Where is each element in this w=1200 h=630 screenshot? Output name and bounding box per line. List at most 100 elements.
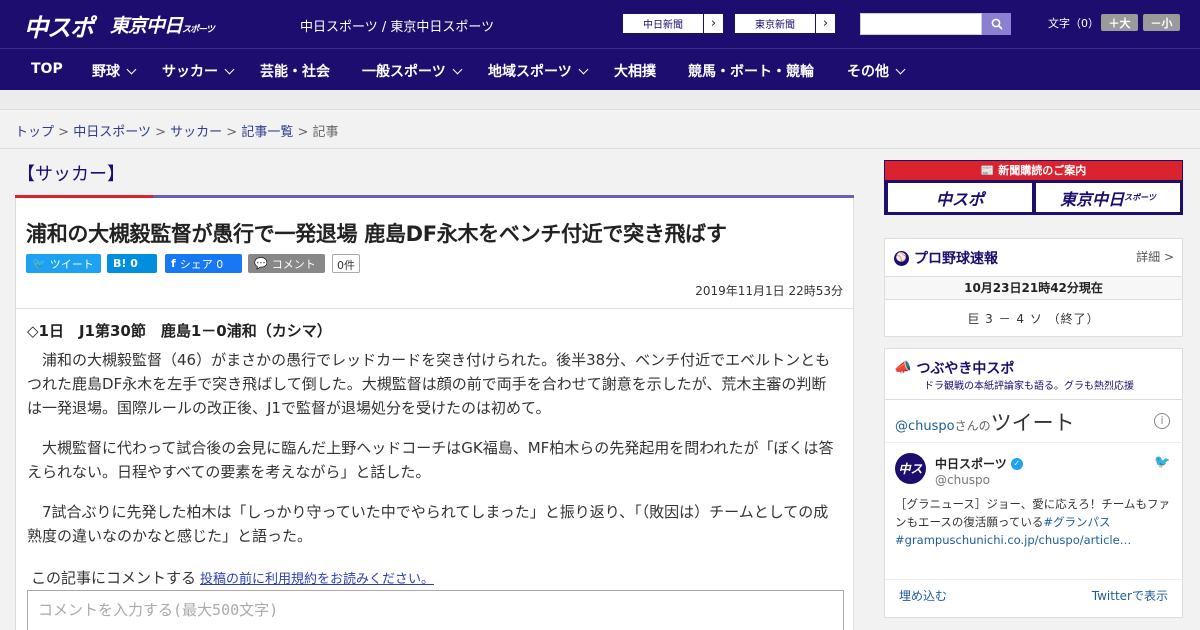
chevron-right-icon: ›	[815, 14, 835, 33]
search-button[interactable]	[982, 13, 1011, 35]
tweets-panel: 📣 つぶやき中スポ ドラ観戦の本紙評論家も語る。グラも熱烈応援 @chuspoさん…	[884, 348, 1183, 618]
tweet-author-handle[interactable]: @chuspo	[935, 473, 990, 487]
newspaper-icon: 📰	[980, 164, 999, 177]
breadcrumb-separator: >	[226, 125, 238, 140]
info-icon[interactable]: i	[1154, 413, 1170, 429]
font-size-label: 文字（0）	[1048, 17, 1099, 30]
nav-top[interactable]: TOP	[31, 61, 63, 77]
baseball-detail-link[interactable]: 詳細 >	[1136, 248, 1174, 265]
baseball-status: 10月23日21時42分現在	[885, 276, 1182, 300]
baseball-icon: ⚾	[894, 250, 909, 266]
nav-sumo[interactable]: 大相撲	[614, 61, 656, 81]
publish-date: 2019年11月1日 22時53分	[695, 284, 843, 298]
nav-label: 大相撲	[614, 64, 656, 80]
comment-lead-text: この記事にコメントする	[31, 569, 197, 587]
baseball-title-text: プロ野球速報	[914, 251, 998, 267]
tweet-text: ［グラニュース］ジョー、愛に応えろ！チームもファンもエースの復活願っている#グラ…	[895, 495, 1177, 549]
subscription-banner[interactable]: 📰 新聞購読のご案内 中スポ 東京中日 スポーツ	[884, 160, 1183, 215]
handle-suffix: さんの	[954, 419, 991, 433]
facebook-icon: f	[171, 257, 176, 270]
chuspo-logo[interactable]: 中スポ	[24, 8, 94, 43]
chunichi-shimbun-link[interactable]: 中日新聞 ›	[622, 13, 724, 34]
chevron-down-icon	[578, 64, 589, 75]
hatena-bookmark-button[interactable]: B! 0	[107, 254, 157, 273]
tweets-heading: ツイート	[990, 411, 1075, 435]
tweet-body: ［グラニュース］ジョー、愛に応えろ！チームもファンもエースの復活願っている	[895, 497, 1170, 529]
nav-soccer[interactable]: サッカー	[162, 61, 235, 81]
section-title: 【サッカー】	[17, 164, 125, 185]
nav-entertainment[interactable]: 芸能・社会	[260, 61, 330, 81]
nav-label: 競馬・ボート・競輪	[688, 64, 814, 80]
nav-baseball[interactable]: 野球	[92, 61, 137, 81]
baseball-score[interactable]: 巨 3 － 4 ソ （終了）	[885, 310, 1182, 327]
tokyo-shimbun-link[interactable]: 東京新聞 ›	[734, 13, 836, 34]
tweet-label: ツイート	[49, 257, 94, 271]
search-icon	[991, 18, 1003, 30]
tokyo-logo-main: 東京中日	[110, 15, 183, 37]
nav-label: その他	[847, 64, 889, 80]
chevron-down-icon	[224, 64, 235, 75]
divider	[885, 579, 1182, 580]
facebook-share-button[interactable]: f シェア 0	[165, 254, 242, 273]
breadcrumb-top[interactable]: トップ	[15, 125, 54, 140]
main-nav: TOP 野球 サッカー 芸能・社会 一般スポーツ 地域スポーツ 大相撲 競馬・ボ…	[0, 48, 1200, 90]
search-input[interactable]	[860, 13, 982, 35]
comment-label: コメント	[271, 257, 316, 271]
tokyo-chunichi-label: 東京中日	[1060, 189, 1125, 209]
divider	[885, 442, 1182, 443]
baseball-scores-panel: ⚾ プロ野球速報 詳細 > 10月23日21時42分現在 巨 3 － 4 ソ （終…	[884, 238, 1183, 337]
twitter-bird-icon[interactable]: 🐦	[1154, 455, 1170, 470]
terms-link[interactable]: 投稿の前に利用規約をお読みください。	[200, 572, 434, 587]
article-paragraph: 7試合ぶりに先発した柏木は「しっかり守っていた中でやられてしまった」と振り返り、…	[27, 503, 829, 545]
tweets-subtitle: ドラ観戦の本紙評論家も語る。グラも熱烈応援	[924, 381, 1134, 392]
breadcrumb-chuspo[interactable]: 中日スポーツ	[73, 125, 151, 140]
chevron-down-icon	[895, 64, 906, 75]
comment-count: 0件	[332, 254, 360, 273]
divider	[885, 399, 1182, 400]
speech-bubble-icon: 💬	[254, 257, 268, 270]
ext-link-label: 中日新聞	[643, 20, 683, 31]
nav-other[interactable]: その他	[847, 61, 906, 81]
breadcrumb-soccer[interactable]: サッカー	[170, 125, 222, 140]
breadcrumb-separator: >	[58, 125, 70, 140]
chevron-down-icon	[126, 64, 137, 75]
breadcrumb-separator: >	[297, 125, 309, 140]
nav-regional-sports[interactable]: 地域スポーツ	[488, 61, 589, 81]
tweet-hashtag[interactable]: #グランパス	[1043, 515, 1110, 529]
nav-general-sports[interactable]: 一般スポーツ	[362, 61, 463, 81]
comment-textarea[interactable]: コメントを入力する(最大500文字)	[27, 590, 844, 630]
nav-label: TOP	[31, 61, 63, 77]
tweet-author-name[interactable]: 中日スポーツ ✓	[935, 455, 1023, 472]
view-on-twitter-link[interactable]: Twitterで表示	[1092, 587, 1168, 604]
header-spacer	[0, 90, 1200, 110]
facebook-share-label: シェア 0	[179, 257, 224, 271]
subscription-heading: 📰 新聞購読のご案内	[885, 161, 1182, 180]
tweets-title-text: つぶやき中スポ	[916, 361, 1015, 377]
tweet-link[interactable]: #grampuschunichi.co.jp/chuspo/article…	[895, 533, 1131, 547]
megaphone-icon: 📣	[894, 360, 912, 376]
font-larger-button[interactable]: ＋大	[1101, 14, 1138, 31]
tweet-button[interactable]: 🐦 ツイート	[26, 254, 101, 273]
site-title: 中日スポーツ / 東京中日スポーツ	[300, 20, 495, 35]
breadcrumb: トップ > 中日スポーツ > サッカー > 記事一覧 > 記事	[15, 121, 339, 140]
comment-button[interactable]: 💬 コメント	[248, 254, 325, 273]
subscription-heading-text: 新聞購読のご案内	[998, 164, 1087, 177]
top-header: 中スポ 東京中日スポーツ 中日スポーツ / 東京中日スポーツ 中日新聞 › 東京…	[0, 0, 1200, 48]
avatar[interactable]: 中ス	[895, 453, 926, 484]
tweet-author-label: 中日スポーツ	[935, 457, 1007, 471]
breadcrumb-article-list[interactable]: 記事一覧	[241, 125, 293, 140]
nav-label: サッカー	[162, 64, 218, 80]
twitter-bird-icon: 🐦	[32, 257, 46, 270]
baseball-panel-title: ⚾ プロ野球速報	[894, 248, 998, 268]
ext-link-label: 東京新聞	[755, 20, 795, 31]
chuspo-subscribe-link[interactable]: 中スポ	[888, 183, 1032, 212]
embed-link[interactable]: 埋め込む	[899, 587, 947, 604]
font-smaller-button[interactable]: －小	[1143, 14, 1180, 31]
twitter-handle-link[interactable]: @chuspo	[895, 419, 955, 434]
divider	[16, 308, 853, 309]
article-body: 浦和の大槻毅監督が愚行で一発退場 鹿島DF永木をベンチ付近で突き飛ばす 🐦 ツイー…	[15, 198, 854, 630]
tokyo-chunichi-subscribe-link[interactable]: 東京中日 スポーツ	[1036, 183, 1180, 212]
tokyo-chunichi-logo[interactable]: 東京中日スポーツ	[110, 11, 215, 38]
nav-label: 野球	[92, 64, 120, 80]
nav-racing[interactable]: 競馬・ボート・競輪	[688, 61, 814, 81]
